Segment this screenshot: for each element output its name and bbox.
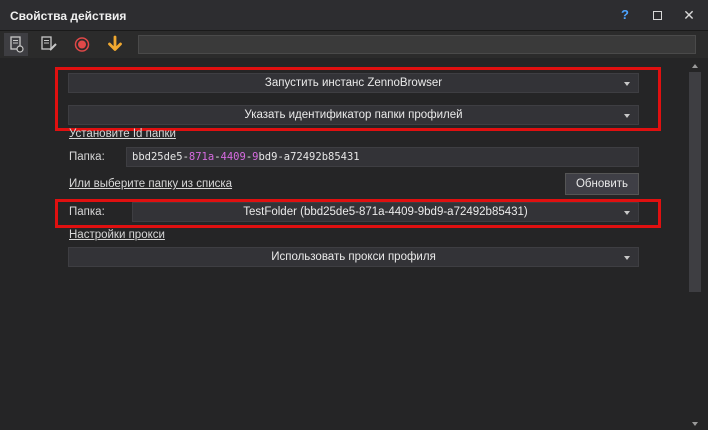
chevron-down-icon bbox=[624, 256, 630, 260]
close-button[interactable]: ✕ bbox=[679, 5, 699, 25]
folder-list-value: TestFolder (bbd25de5-871a-4409-9bd9-a724… bbox=[243, 206, 528, 218]
choose-folder-link[interactable]: Или выберите папку из списка bbox=[69, 178, 232, 190]
chevron-down-icon bbox=[624, 82, 630, 86]
maximize-icon bbox=[652, 11, 662, 21]
document-edit-icon bbox=[41, 36, 57, 51]
record-button[interactable] bbox=[70, 33, 94, 56]
folder-id-part-7: bd9-a72492b85431 bbox=[258, 151, 360, 163]
edit-note-button[interactable] bbox=[37, 33, 61, 56]
action-dropdown-value: Запустить инстанс ZennoBrowser bbox=[264, 77, 443, 89]
record-icon bbox=[74, 37, 90, 52]
mode-dropdown[interactable]: Указать идентификатор папки профилей bbox=[68, 105, 639, 125]
chevron-down-icon bbox=[624, 114, 630, 118]
help-button[interactable]: ? bbox=[615, 5, 635, 25]
vertical-scrollbar[interactable] bbox=[688, 58, 702, 430]
folder-id-part-4: 4409 bbox=[220, 151, 246, 163]
set-folder-id-link[interactable]: Установите Id папки bbox=[69, 128, 176, 140]
arrow-down-icon bbox=[108, 35, 122, 51]
folder-id-part-2: 871a bbox=[188, 151, 215, 163]
proxy-settings-link[interactable]: Настройки прокси bbox=[69, 229, 165, 241]
action-dropdown[interactable]: Запустить инстанс ZennoBrowser bbox=[68, 73, 639, 93]
proxy-dropdown[interactable]: Использовать прокси профиля bbox=[68, 247, 639, 267]
document-settings-icon bbox=[10, 36, 24, 53]
folder-id-part-1: bbd25de5- bbox=[132, 151, 189, 163]
mode-dropdown-value: Указать идентификатор папки профилей bbox=[244, 109, 463, 121]
folder-id-input[interactable]: bbd25de5-871a-4409-9bd9-a72492b85431 bbox=[126, 147, 639, 167]
properties-view-button[interactable] bbox=[4, 33, 28, 56]
folder-id-label: Папка: bbox=[69, 151, 105, 163]
refresh-button[interactable]: Обновить bbox=[565, 173, 639, 195]
scroll-thumb[interactable] bbox=[689, 72, 701, 292]
properties-panel: Запустить инстанс ZennoBrowser Указать и… bbox=[0, 58, 708, 430]
toolbar bbox=[0, 31, 708, 58]
scroll-up-icon[interactable] bbox=[692, 64, 698, 68]
folder-list-dropdown[interactable]: TestFolder (bbd25de5-871a-4409-9bd9-a724… bbox=[132, 202, 639, 222]
download-button[interactable] bbox=[103, 33, 127, 56]
folder-list-label: Папка: bbox=[69, 206, 105, 218]
window-title: Свойства действия bbox=[10, 9, 127, 23]
scroll-down-icon[interactable] bbox=[692, 422, 698, 426]
chevron-down-icon bbox=[624, 211, 630, 215]
maximize-button[interactable] bbox=[647, 5, 667, 25]
proxy-dropdown-value: Использовать прокси профиля bbox=[271, 251, 436, 263]
toolbar-search-input[interactable] bbox=[138, 35, 696, 54]
title-bar: Свойства действия ? ✕ bbox=[0, 0, 708, 31]
